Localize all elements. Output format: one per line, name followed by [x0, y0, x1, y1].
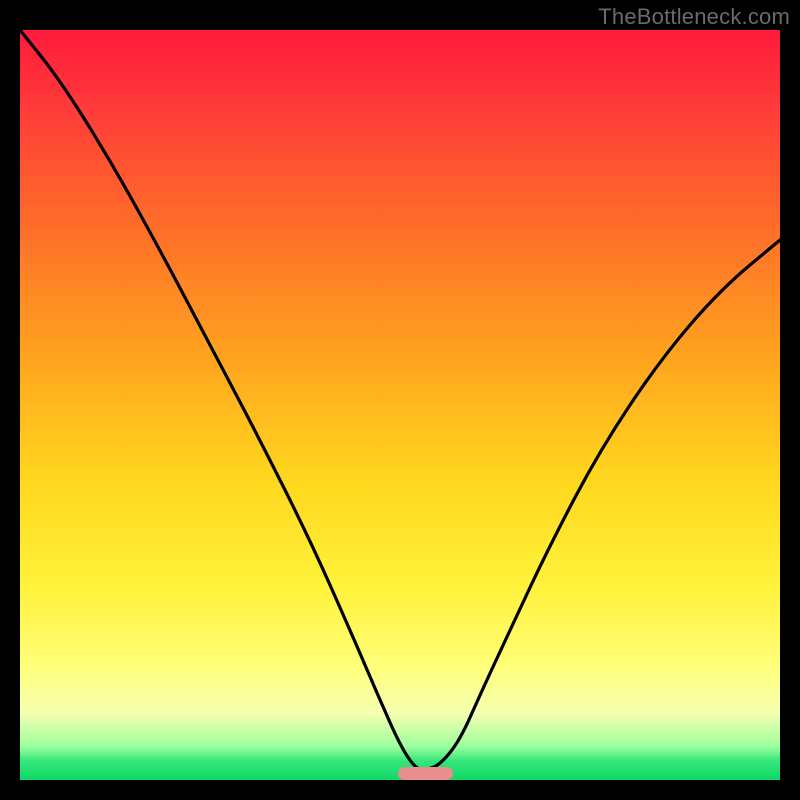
- bottleneck-curve: [20, 30, 780, 780]
- watermark-text: TheBottleneck.com: [598, 4, 790, 30]
- optimal-range-marker: [398, 767, 453, 780]
- chart-frame: TheBottleneck.com: [0, 0, 800, 800]
- plot-area: [20, 30, 780, 780]
